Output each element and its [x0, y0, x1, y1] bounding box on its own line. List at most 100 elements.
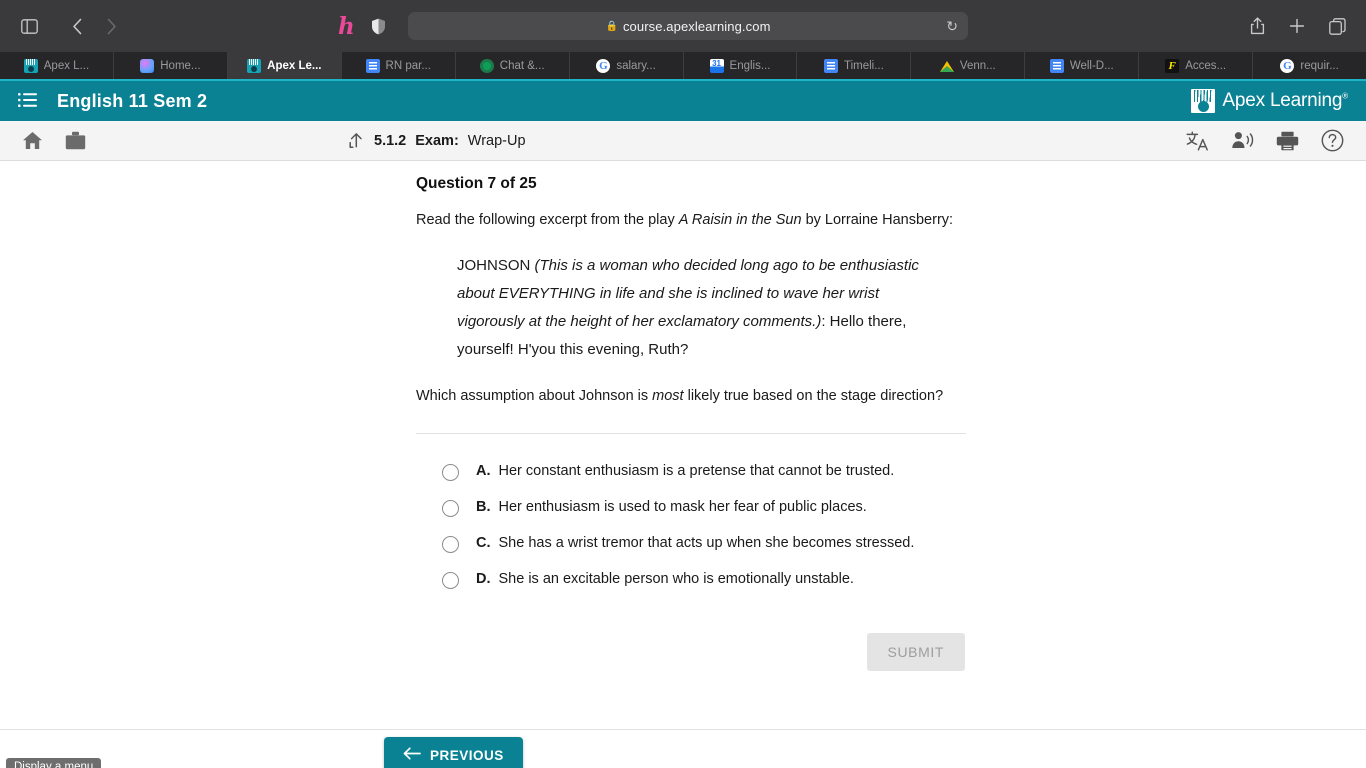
lesson-type: Exam: — [415, 132, 459, 149]
radio-button-b[interactable] — [442, 500, 459, 518]
help-circle-icon[interactable] — [1321, 129, 1344, 152]
question-heading: Question 7 of 25 — [416, 175, 537, 192]
answer-options-list: A. Her constant enthusiasm is a pretense… — [416, 463, 966, 590]
read-aloud-icon[interactable] — [1231, 131, 1254, 150]
browser-tab[interactable]: Home... — [114, 52, 228, 79]
plus-icon[interactable] — [1282, 11, 1312, 41]
tab-title: Venn... — [959, 59, 996, 72]
browser-tab[interactable]: 31 Englis... — [684, 52, 798, 79]
translate-icon[interactable] — [1186, 130, 1209, 151]
lesson-breadcrumb: 5.1.2 Exam: Wrap-Up — [348, 132, 526, 149]
lock-icon: 🔒 — [605, 20, 618, 32]
question-prompt: Which assumption about Johnson is most l… — [416, 386, 966, 406]
share-icon[interactable] — [1242, 11, 1272, 41]
browser-tab[interactable]: G salary... — [570, 52, 684, 79]
google-favicon: G — [1280, 58, 1295, 73]
section-divider — [416, 433, 966, 435]
course-header: English 11 Sem 2 Apex Learning® — [0, 81, 1366, 121]
option-letter: D. — [476, 571, 491, 588]
apex-learning-logo: Apex Learning® — [1191, 89, 1348, 113]
previous-button[interactable]: PREVIOUS — [384, 737, 523, 768]
browser-tab[interactable]: Venn... — [911, 52, 1026, 79]
submit-button[interactable]: SUBMIT — [866, 633, 965, 672]
browser-tab[interactable]: G requir... — [1253, 52, 1366, 79]
tabs-overview-icon[interactable] — [1322, 11, 1352, 41]
google-docs-favicon — [824, 58, 838, 73]
previous-button-label: PREVIOUS — [430, 747, 504, 763]
answer-option-d[interactable]: D. She is an excitable person who is emo… — [416, 571, 966, 590]
apex-learning-favicon — [23, 58, 38, 73]
shield-privacy-icon[interactable] — [364, 11, 394, 41]
lesson-toolbar-right — [1186, 129, 1344, 152]
arrow-left-icon — [403, 747, 421, 763]
tab-title: Chat &... — [499, 59, 545, 72]
reload-icon[interactable]: ↻ — [946, 18, 958, 35]
home-icon[interactable] — [22, 131, 43, 150]
extensions-group: h — [338, 11, 394, 41]
prompt-text-after: likely true based on the stage direction… — [683, 388, 944, 405]
hamburger-menu-icon[interactable] — [18, 92, 37, 110]
address-bar[interactable]: 🔒 course.apexlearning.com ↻ — [408, 12, 968, 40]
honey-extension-icon[interactable]: h — [338, 15, 355, 38]
brand-name: Apex Learning — [1222, 90, 1343, 111]
google-calendar-favicon: 31 — [709, 58, 724, 73]
tab-title: requir... — [1300, 59, 1339, 72]
answer-option-a[interactable]: A. Her constant enthusiasm is a pretense… — [416, 463, 966, 482]
navigation-bar: PREVIOUS Display a menu — [0, 729, 1366, 768]
course-header-left: English 11 Sem 2 — [18, 91, 207, 112]
status-tooltip: Display a menu — [6, 758, 102, 768]
intro-text-after: by Lorraine Hansberry: — [801, 212, 954, 228]
browser-tab[interactable]: Chat &... — [456, 52, 570, 79]
print-icon[interactable] — [1276, 131, 1299, 151]
radio-button-a[interactable] — [442, 464, 459, 482]
play-excerpt: JOHNSON (This is a woman who decided lon… — [457, 252, 927, 364]
url-text: course.apexlearning.com — [622, 18, 771, 34]
brand-trademark: ® — [1342, 91, 1348, 101]
f-favicon: F — [1165, 58, 1180, 73]
browser-tab[interactable]: F Acces... — [1139, 52, 1254, 79]
lesson-number: 5.1.2 — [374, 132, 407, 149]
tab-title: Well-D... — [1069, 59, 1114, 72]
lesson-toolbar-left — [22, 131, 86, 150]
apex-logo-wordmark: Apex Learning® — [1222, 90, 1348, 112]
play-title: A Raisin in the Sun — [678, 212, 802, 228]
tab-title: RN par... — [385, 59, 431, 72]
tab-title: Apex Le... — [267, 59, 322, 72]
browser-actions-group — [1242, 11, 1352, 41]
browser-tab[interactable]: Well-D... — [1025, 52, 1140, 79]
gem-favicon — [140, 58, 155, 73]
radio-button-d[interactable] — [442, 572, 459, 590]
tab-title: Englis... — [729, 59, 771, 72]
option-letter: B. — [476, 499, 491, 516]
option-text: Her constant enthusiasm is a pretense th… — [498, 463, 895, 480]
tab-strip: Apex L... Home... Apex Le... RN par... C… — [0, 52, 1366, 81]
answer-option-c[interactable]: C. She has a wrist tremor that acts up w… — [416, 535, 966, 554]
chat-favicon — [479, 58, 494, 73]
browser-tab[interactable]: Timeli... — [797, 52, 912, 79]
google-drive-favicon — [939, 59, 954, 73]
option-text: She has a wrist tremor that acts up when… — [498, 535, 915, 552]
briefcase-icon[interactable] — [65, 131, 86, 150]
option-text: She is an excitable person who is emotio… — [498, 571, 854, 588]
tab-title: Home... — [160, 59, 201, 72]
upload-arrow-icon[interactable] — [348, 132, 365, 149]
tab-title: Timeli... — [844, 59, 884, 72]
prompt-text-before: Which assumption about Johnson is — [416, 388, 653, 405]
option-letter: C. — [476, 535, 491, 552]
chevron-left-icon[interactable] — [62, 11, 92, 41]
browser-toolbar: h 🔒 course.apexlearning.com ↻ — [0, 0, 1366, 52]
tab-title: salary... — [616, 59, 656, 72]
question-intro: Read the following excerpt from the play… — [416, 210, 966, 230]
browser-tab-active[interactable]: Apex Le... — [227, 52, 342, 79]
page-title: English 11 Sem 2 — [57, 90, 208, 111]
answer-option-b[interactable]: B. Her enthusiasm is used to mask her fe… — [416, 499, 966, 518]
tab-title: Apex L... — [43, 59, 90, 72]
intro-text-before: Read the following excerpt from the play — [416, 212, 679, 228]
sidebar-toggle-icon[interactable] — [14, 11, 44, 41]
apex-logo-mark — [1191, 89, 1216, 113]
radio-button-c[interactable] — [442, 536, 459, 554]
browser-tab[interactable]: Apex L... — [0, 52, 114, 79]
chevron-right-icon — [96, 11, 126, 41]
submit-row: SUBMIT — [416, 633, 966, 672]
browser-tab[interactable]: RN par... — [342, 52, 456, 79]
